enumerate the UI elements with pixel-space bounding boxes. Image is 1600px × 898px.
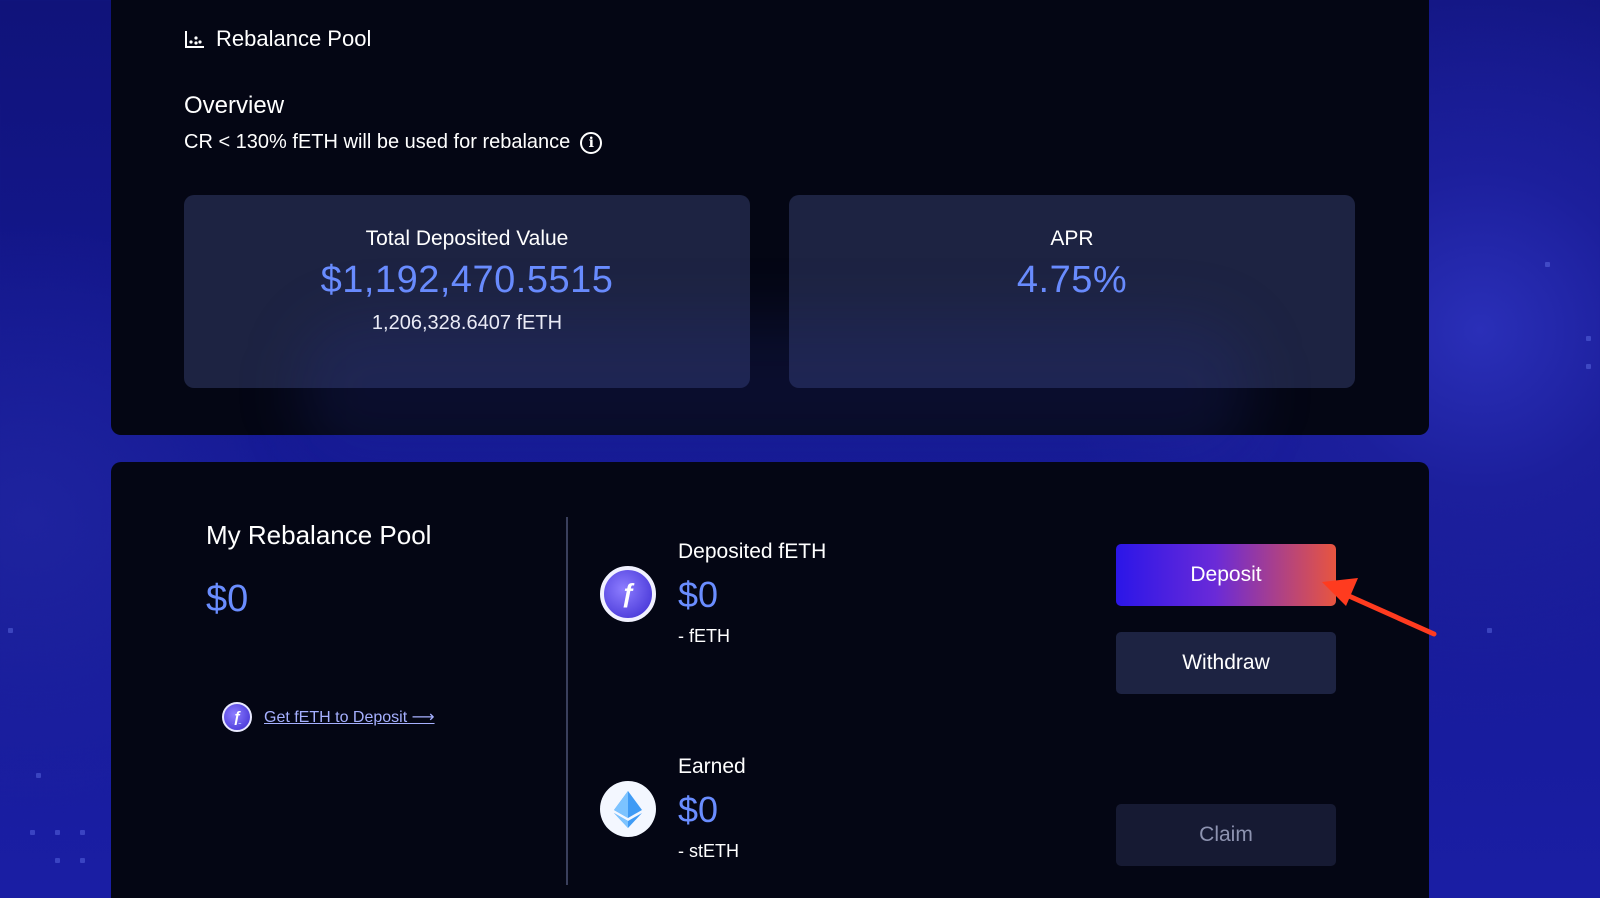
total-deposited-value: $1,192,470.5515	[320, 259, 614, 301]
bg-dot	[80, 830, 85, 835]
earned-row: Earned $0 - stETH	[600, 755, 746, 862]
deposited-unit: - fETH	[678, 626, 730, 646]
my-pool-title: My Rebalance Pool	[206, 520, 432, 550]
bg-dot	[36, 773, 41, 778]
apr-label: APR	[1050, 227, 1094, 250]
bg-dot	[55, 830, 60, 835]
deposited-feth-row: ƒ Deposited fETH $0 - fETH	[600, 540, 826, 647]
annotation-arrow-icon	[1322, 578, 1437, 637]
bg-dot	[1586, 336, 1591, 341]
bg-dot	[8, 628, 13, 633]
bg-dot	[30, 830, 35, 835]
bg-dot	[80, 858, 85, 863]
earned-unit: - stETH	[678, 841, 739, 861]
claim-button[interactable]: Claim	[1116, 804, 1336, 866]
chart-icon	[185, 31, 204, 48]
apr-value: 4.75%	[1016, 259, 1128, 301]
steth-icon	[600, 780, 656, 837]
my-pool-value: $0	[206, 578, 249, 620]
page-header: Rebalance Pool	[184, 26, 371, 52]
info-icon[interactable]: i	[580, 131, 603, 154]
overview-subtitle: CR < 130% fETH will be used for rebalanc…	[184, 131, 603, 154]
earned-value: $0	[678, 789, 719, 830]
feth-icon: ƒ	[222, 702, 252, 732]
overview-subtitle-text: CR < 130% fETH will be used for rebalanc…	[184, 131, 571, 153]
feth-icon: ƒ	[600, 565, 656, 622]
page-title: Rebalance Pool	[216, 26, 372, 51]
get-feth-link-text[interactable]: Get fETH to Deposit ⟶	[264, 707, 435, 727]
withdraw-button[interactable]: Withdraw	[1116, 632, 1336, 694]
deposit-button[interactable]: Deposit	[1116, 544, 1336, 606]
deposited-value: $0	[678, 574, 719, 615]
deposited-label: Deposited fETH	[678, 540, 827, 563]
bg-dot	[1487, 628, 1492, 633]
bg-dot	[1586, 364, 1591, 369]
bg-dot	[1545, 262, 1550, 267]
eth-diamond-icon	[614, 790, 642, 828]
vertical-divider	[566, 517, 568, 885]
background-glow	[300, 320, 1250, 460]
overview-title: Overview	[184, 92, 285, 119]
get-feth-link[interactable]: ƒ Get fETH to Deposit ⟶	[222, 702, 435, 732]
total-deposited-label: Total Deposited Value	[365, 227, 569, 250]
bg-dot	[55, 858, 60, 863]
earned-label: Earned	[678, 755, 746, 778]
